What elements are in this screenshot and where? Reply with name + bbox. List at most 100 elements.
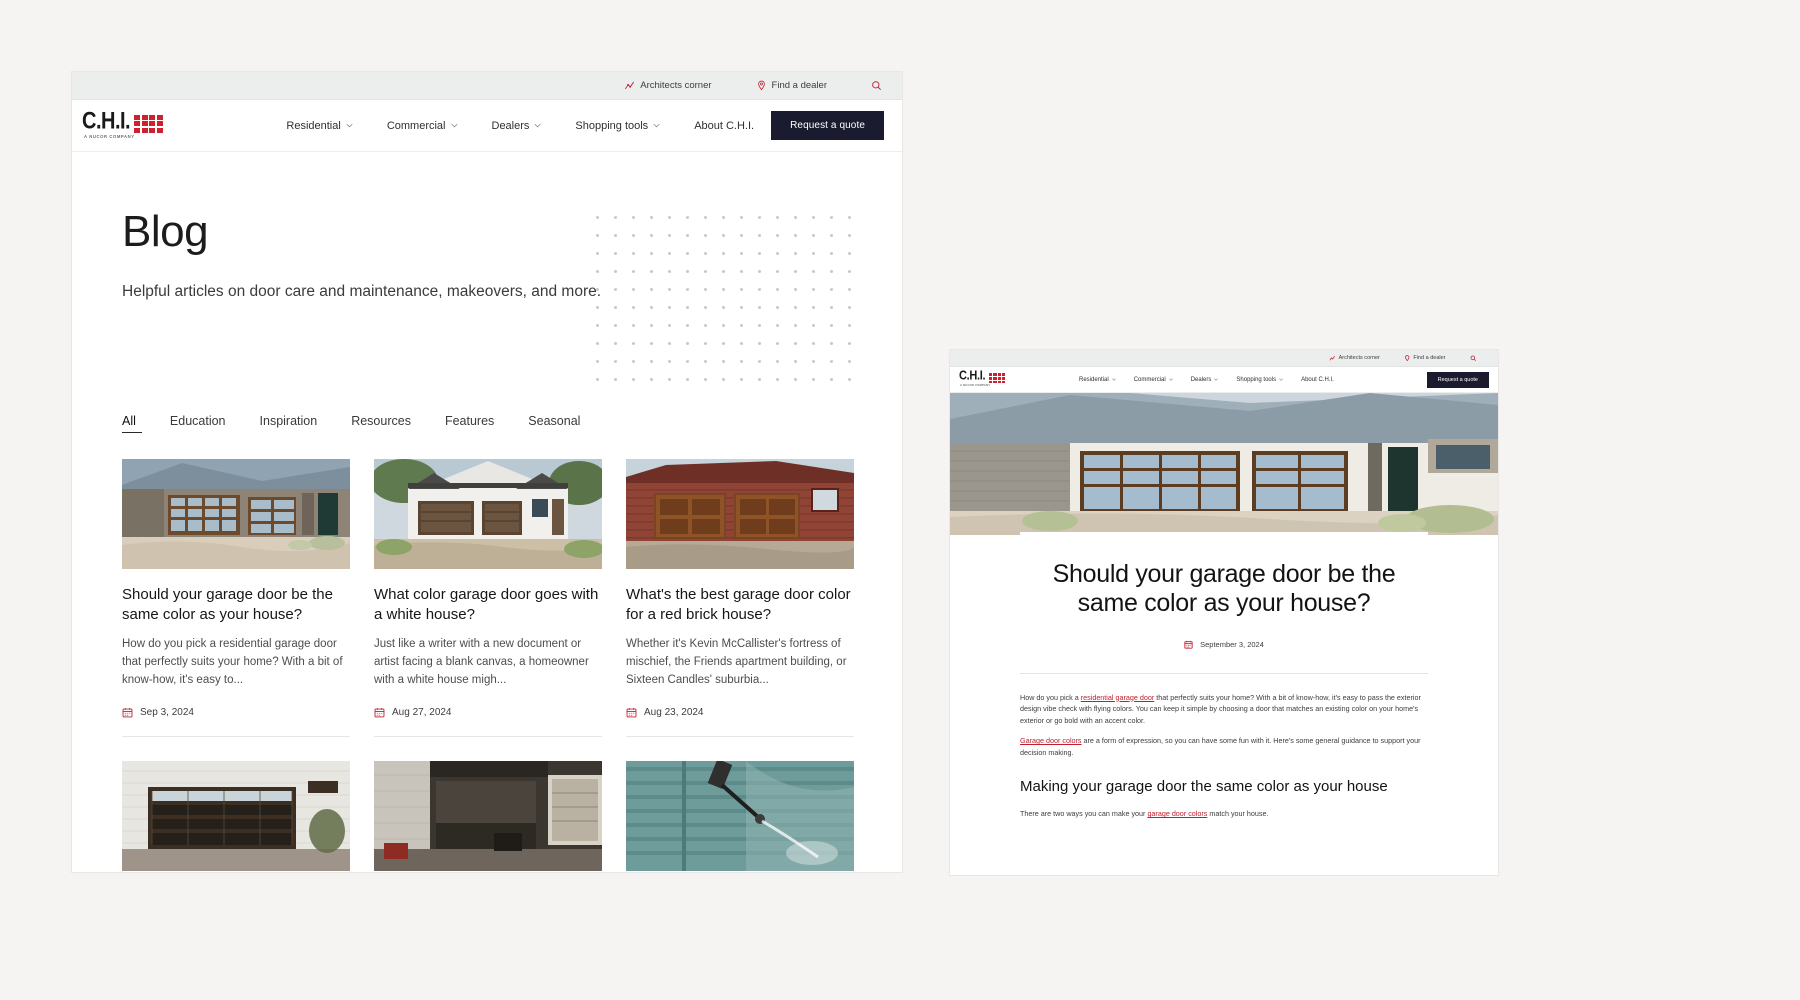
request-a-quote-button[interactable]: Request a quote — [771, 111, 884, 140]
topbar-find-a-dealer[interactable]: Find a dealer — [734, 80, 849, 91]
garage-interior-photo — [374, 761, 602, 872]
topbar-dealer-label: Find a dealer — [771, 80, 827, 91]
architects-corner-icon — [625, 81, 635, 90]
calendar-icon — [374, 708, 385, 718]
article-request-a-quote-button[interactable]: Request a quote — [1426, 371, 1489, 388]
article-meta: September 3, 2024 — [1020, 640, 1428, 649]
article-paragraph: Garage door colors are a form of express… — [1020, 735, 1428, 758]
architects-corner-icon — [1329, 355, 1336, 361]
article-detail-window: Architects corner Find a dealer C.H.I. A… — [950, 350, 1498, 875]
house-photo-2 — [374, 459, 602, 569]
blog-card[interactable]: What color garage door goes with a white… — [374, 459, 602, 738]
chevron-down-icon — [1279, 378, 1283, 381]
logo-wordmark: C.H.I. — [959, 368, 986, 384]
nav-label-dealers: Dealers — [1190, 376, 1212, 383]
chevron-down-icon — [450, 123, 458, 128]
nav-item-dealers[interactable]: Dealers — [475, 120, 559, 132]
search-icon — [1470, 355, 1476, 361]
article-nav-items: Residential Commercial Dealers Shopping … — [1070, 377, 1427, 383]
chevron-down-icon — [346, 123, 353, 128]
logo-wordmark: C.H.I. — [82, 107, 131, 134]
location-pin-icon — [1405, 354, 1410, 362]
card-thumbnail[interactable] — [374, 761, 602, 872]
chevron-down-icon — [534, 123, 541, 128]
blog-card[interactable]: What to consider when — [626, 761, 854, 872]
logo-tagline: A NUCOR COMPANY — [960, 383, 991, 387]
blog-card-grid: Should your garage door be the same colo… — [72, 433, 902, 872]
card-date: Aug 27, 2024 — [392, 707, 452, 719]
article-content-sheet: Should your garage door be the same colo… — [1020, 532, 1428, 829]
search-icon — [872, 81, 881, 90]
article-topbar-find-a-dealer[interactable]: Find a dealer — [1392, 354, 1458, 362]
article-body: How do you pick a residential garage doo… — [1020, 674, 1428, 820]
nav-label-shopping-tools: Shopping tools — [575, 119, 649, 132]
blog-card[interactable]: How to Marie Kondo your — [374, 761, 602, 872]
tab-all[interactable]: All — [122, 414, 170, 433]
article-nav-item-about[interactable]: About C.H.I. — [1292, 377, 1343, 383]
hero-section: Blog Helpful articles on door care and m… — [72, 152, 902, 384]
card-thumbnail[interactable] — [626, 761, 854, 872]
chevron-down-icon — [653, 123, 660, 128]
nav-label-residential: Residential — [1079, 376, 1109, 383]
card-date: Aug 23, 2024 — [644, 707, 704, 719]
blog-card[interactable]: Garage door size chart — [122, 761, 350, 872]
logo-grid-icon — [134, 114, 163, 133]
card-date: Sep 3, 2024 — [140, 707, 194, 719]
card-thumbnail[interactable] — [122, 459, 350, 569]
card-title: What's the best garage door color for a … — [626, 586, 851, 623]
calendar-icon — [122, 708, 133, 718]
article-section-heading: Making your garage door the same color a… — [1020, 777, 1388, 795]
nav-label-residential: Residential — [286, 119, 341, 132]
card-thumbnail[interactable] — [122, 761, 350, 872]
blog-listing-window: Architects corner Find a dealer C.H.I. A… — [72, 72, 902, 872]
card-title: What color garage door goes with a white… — [374, 586, 599, 623]
house-photo-1 — [122, 459, 350, 569]
site-logo[interactable]: C.H.I. A NUCOR COMPANY — [72, 109, 269, 139]
closing-text-before: There are two ways you can make your — [1020, 809, 1148, 819]
nav-item-commercial[interactable]: Commercial — [370, 120, 475, 132]
blog-card[interactable]: What's the best garage door color for a … — [626, 459, 854, 738]
closing-text-after: match your house. — [1207, 809, 1269, 819]
card-meta: Aug 23, 2024 — [626, 707, 854, 738]
tab-features[interactable]: Features — [445, 414, 528, 433]
decorative-dot-grid — [596, 216, 866, 396]
topbar-architects-corner[interactable]: Architects corner — [602, 80, 733, 91]
topbar-search-button[interactable] — [849, 80, 888, 91]
article-site-logo[interactable]: C.H.I. A NUCOR COMPANY — [950, 368, 1070, 387]
garage-door-colors-link-2[interactable]: garage door colors — [1147, 809, 1207, 818]
blog-card[interactable]: Should your garage door be the same colo… — [122, 459, 350, 738]
utility-topbar: Architects corner Find a dealer — [72, 72, 902, 100]
article-utility-topbar: Architects corner Find a dealer — [950, 350, 1498, 367]
article-topbar-dealer-label: Find a dealer — [1413, 355, 1446, 361]
card-thumbnail[interactable] — [374, 459, 602, 569]
garage-door-colors-link[interactable]: Garage door colors — [1020, 736, 1082, 745]
article-nav-item-shopping-tools[interactable]: Shopping tools — [1227, 377, 1292, 383]
card-meta: Aug 27, 2024 — [374, 707, 602, 738]
nav-item-about[interactable]: About C.H.I. — [677, 120, 771, 132]
nav-item-shopping-tools[interactable]: Shopping tools — [558, 120, 677, 132]
card-excerpt: How do you pick a residential garage doo… — [122, 638, 343, 686]
card-meta: Sep 3, 2024 — [122, 707, 350, 738]
nav-label-commercial: Commercial — [1133, 376, 1166, 383]
tab-seasonal[interactable]: Seasonal — [528, 414, 614, 433]
nav-label-about: About C.H.I. — [1301, 376, 1334, 383]
article-nav-item-commercial[interactable]: Commercial — [1125, 377, 1182, 383]
tab-inspiration[interactable]: Inspiration — [260, 414, 352, 433]
article-main-navbar: C.H.I. A NUCOR COMPANY Residential Comme… — [950, 367, 1498, 393]
nav-label-about: About C.H.I. — [694, 119, 755, 132]
article-topbar-search-button[interactable] — [1458, 355, 1489, 362]
card-thumbnail[interactable] — [626, 459, 854, 569]
nav-label-shopping-tools: Shopping tools — [1236, 376, 1277, 383]
logo-tagline: A NUCOR COMPANY — [84, 133, 135, 139]
logo-grid-icon — [988, 373, 1006, 384]
chevron-down-icon — [1214, 378, 1219, 381]
article-nav-item-residential[interactable]: Residential — [1070, 377, 1125, 383]
tab-resources[interactable]: Resources — [351, 414, 445, 433]
nav-item-residential[interactable]: Residential — [269, 120, 369, 132]
tab-education[interactable]: Education — [170, 414, 260, 433]
residential-garage-door-link[interactable]: residential garage door — [1081, 693, 1155, 702]
article-topbar-architects-corner[interactable]: Architects corner — [1317, 355, 1392, 362]
topbar-architects-label: Architects corner — [640, 80, 712, 91]
article-nav-item-dealers[interactable]: Dealers — [1182, 377, 1228, 383]
screen: Architects corner Find a dealer C.H.I. A… — [0, 0, 1800, 1000]
